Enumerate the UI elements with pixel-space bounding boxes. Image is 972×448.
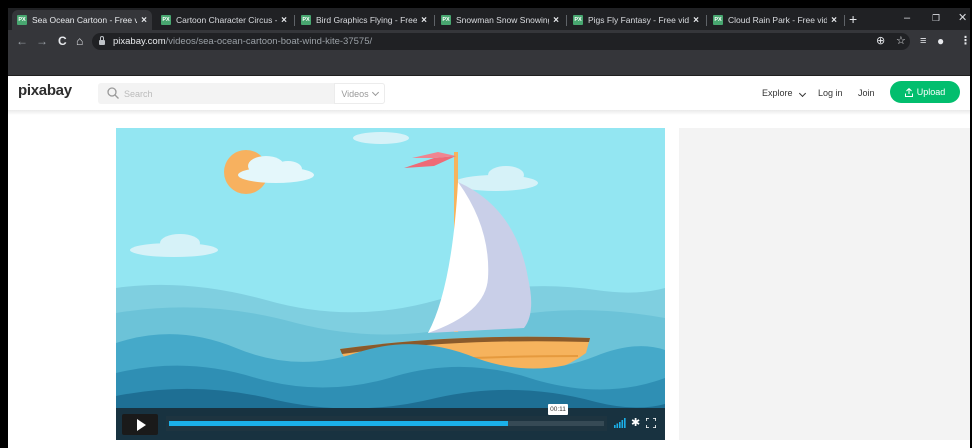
tab-close-icon[interactable]: × bbox=[421, 15, 427, 26]
media-control-icon[interactable]: ≡ bbox=[920, 33, 926, 49]
explore-menu[interactable]: Explore bbox=[762, 88, 807, 98]
browser-toolbar: ← → C ⌂ pixabay.com /videos/sea-ocean-ca… bbox=[8, 30, 970, 53]
pixabay-favicon-icon: PX bbox=[573, 15, 583, 25]
tab-title: Snowman Snow Snowing - Fr bbox=[456, 15, 550, 25]
tab-title: Bird Graphics Flying - Free vi bbox=[316, 15, 418, 25]
video-controls-bar: 00:11 ✱ bbox=[116, 404, 665, 440]
join-link[interactable]: Join bbox=[858, 88, 875, 98]
tab-close-icon[interactable]: × bbox=[141, 15, 147, 26]
search-input[interactable] bbox=[124, 85, 324, 102]
new-tab-button[interactable]: + bbox=[849, 11, 857, 27]
play-button[interactable] bbox=[122, 414, 158, 435]
tab-close-icon[interactable]: × bbox=[831, 15, 837, 26]
bookmarks-bar bbox=[8, 53, 970, 76]
media-type-dropdown[interactable]: Videos bbox=[334, 83, 385, 104]
lock-icon bbox=[99, 36, 105, 45]
zoom-icon[interactable]: ⊕ bbox=[876, 33, 885, 49]
tab-cloud-rain-park[interactable]: PX Cloud Rain Park - Free video × bbox=[708, 10, 842, 30]
tab-separator bbox=[434, 15, 435, 26]
minimize-button[interactable]: – bbox=[904, 10, 910, 26]
tab-separator bbox=[294, 15, 295, 26]
back-button[interactable]: ← bbox=[16, 33, 28, 49]
pixabay-favicon-icon: PX bbox=[301, 15, 311, 25]
volume-icon[interactable] bbox=[614, 418, 626, 428]
seek-bar[interactable]: 00:11 bbox=[166, 404, 607, 431]
media-type-label: Videos bbox=[341, 88, 369, 99]
bookmark-star-icon[interactable]: ☆ bbox=[896, 33, 906, 49]
upload-label: Upload bbox=[916, 87, 946, 97]
tab-title: Cartoon Character Circus - Fr bbox=[176, 15, 278, 25]
tab-separator bbox=[706, 15, 707, 26]
close-window-button[interactable]: ✕ bbox=[958, 10, 967, 26]
pixabay-favicon-icon: PX bbox=[713, 15, 723, 25]
pixabay-favicon-icon: PX bbox=[17, 15, 27, 25]
video-player[interactable]: 00:11 ✱ bbox=[116, 128, 665, 440]
home-button[interactable]: ⌂ bbox=[76, 33, 83, 49]
reload-button[interactable]: C bbox=[58, 33, 67, 49]
pixabay-logo[interactable]: pixabay bbox=[18, 82, 72, 99]
upload-icon bbox=[904, 87, 913, 97]
chevron-down-icon bbox=[798, 89, 807, 98]
login-link[interactable]: Log in bbox=[818, 88, 843, 98]
header-shadow bbox=[8, 110, 970, 115]
forward-button[interactable]: → bbox=[36, 33, 48, 49]
profile-icon[interactable]: ● bbox=[937, 33, 944, 49]
browser-window: PX Sea Ocean Cartoon - Free vi × PX Cart… bbox=[8, 8, 970, 448]
tab-title: Cloud Rain Park - Free video bbox=[728, 15, 828, 25]
restore-button[interactable]: ❐ bbox=[932, 10, 940, 26]
settings-gear-icon[interactable]: ✱ bbox=[631, 416, 640, 430]
tab-title: Pigs Fly Fantasy - Free video bbox=[588, 15, 690, 25]
search-bar: Videos bbox=[98, 83, 385, 104]
address-bar[interactable]: pixabay.com /videos/sea-ocean-cartoon-bo… bbox=[92, 33, 910, 50]
upload-button[interactable]: Upload bbox=[890, 81, 960, 103]
current-time-tooltip: 00:11 bbox=[548, 404, 568, 415]
tab-separator bbox=[566, 15, 567, 26]
tab-close-icon[interactable]: × bbox=[553, 15, 559, 26]
pixabay-favicon-icon: PX bbox=[161, 15, 171, 25]
tab-title: Sea Ocean Cartoon - Free vi bbox=[32, 15, 138, 25]
pixabay-favicon-icon: PX bbox=[441, 15, 451, 25]
tab-cartoon-character-circus[interactable]: PX Cartoon Character Circus - Fr × bbox=[156, 10, 292, 30]
tab-separator bbox=[844, 15, 845, 26]
browser-menu-icon[interactable]: ⋮ bbox=[960, 33, 970, 49]
video-frame-sailboat-image bbox=[116, 128, 665, 440]
tab-snowman-snow-snowing[interactable]: PX Snowman Snow Snowing - Fr × bbox=[436, 10, 564, 30]
tab-close-icon[interactable]: × bbox=[693, 15, 699, 26]
tab-sea-ocean-cartoon[interactable]: PX Sea Ocean Cartoon - Free vi × bbox=[12, 10, 152, 30]
tab-pigs-fly-fantasy[interactable]: PX Pigs Fly Fantasy - Free video × bbox=[568, 10, 704, 30]
fullscreen-icon[interactable] bbox=[646, 418, 656, 428]
site-header: pixabay Videos Explore Log in Join bbox=[8, 76, 970, 110]
explore-label: Explore bbox=[762, 88, 793, 98]
chevron-down-icon bbox=[371, 88, 379, 96]
tab-strip: PX Sea Ocean Cartoon - Free vi × PX Cart… bbox=[8, 8, 970, 30]
tab-bird-graphics-flying[interactable]: PX Bird Graphics Flying - Free vi × bbox=[296, 10, 432, 30]
url-host: pixabay.com bbox=[113, 36, 166, 47]
url-path: /videos/sea-ocean-cartoon-boat-wind-kite… bbox=[165, 36, 373, 47]
web-page: pixabay Videos Explore Log in Join bbox=[8, 76, 970, 448]
sidebar-placeholder bbox=[679, 128, 970, 440]
seek-progress-fill bbox=[169, 421, 509, 426]
search-icon bbox=[107, 87, 119, 99]
tab-close-icon[interactable]: × bbox=[281, 15, 287, 26]
